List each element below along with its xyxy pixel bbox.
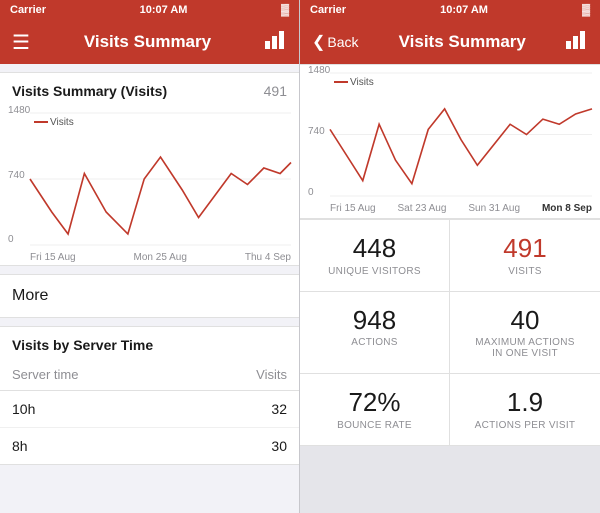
more-label: More [12, 287, 48, 304]
summary-card-header: Visits Summary (Visits) 491 [0, 73, 299, 105]
back-button[interactable]: ❮ Back [312, 32, 359, 52]
chevron-left-icon: ❮ [312, 32, 325, 52]
right-nav-title: Visits Summary [399, 32, 526, 52]
back-label: Back [327, 34, 358, 50]
left-status-bar: Carrier 10:07 AM ▓ [0, 0, 299, 20]
stats-grid: 448 UNIQUE VISITORS 491 VISITS 948 ACTIO… [300, 219, 600, 446]
left-nav-title: Visits Summary [84, 32, 211, 52]
row-time-2: 8h [12, 438, 28, 454]
right-chart-y-labels: 1480 740 0 [308, 65, 330, 198]
max-actions-number: 40 [462, 306, 588, 335]
server-time-card-header: Visits by Server Time [0, 327, 299, 359]
summary-card-count: 491 [264, 83, 287, 99]
row-visits-2: 30 [271, 438, 287, 454]
right-chart-area: 1480 740 0 Visits Fri 15 Aug Sat 23 Aug … [300, 64, 600, 219]
left-carrier: Carrier [10, 4, 46, 16]
max-actions-label: MAXIMUM ACTIONSIN ONE VISIT [462, 337, 588, 359]
left-nav-bar: ☰ Visits Summary [0, 20, 299, 64]
left-chart-y-labels: 1480 740 0 [8, 105, 30, 245]
summary-card-title: Visits Summary (Visits) [12, 83, 167, 99]
left-phone-panel: Carrier 10:07 AM ▓ ☰ Visits Summary Visi… [0, 0, 300, 513]
server-time-table-header: Server time Visits [0, 359, 299, 391]
right-carrier: Carrier [310, 4, 346, 16]
stat-bounce-rate: 72% BOUNCE RATE [300, 374, 450, 446]
visits-number: 491 [462, 234, 588, 263]
actions-per-visit-label: ACTIONS PER VISIT [462, 420, 588, 431]
left-chart-area: 1480 740 0 Visits [0, 105, 299, 265]
right-time: 10:07 AM [440, 4, 488, 16]
left-chart-svg [30, 113, 291, 245]
stat-max-actions: 40 MAXIMUM ACTIONSIN ONE VISIT [450, 292, 600, 375]
left-chart-x-labels: Fri 15 Aug Mon 25 Aug Thu 4 Sep [30, 252, 291, 263]
col-server-time: Server time [12, 367, 78, 382]
server-time-title: Visits by Server Time [12, 337, 153, 353]
table-row: 10h 32 [0, 391, 299, 428]
right-chart-x-labels: Fri 15 Aug Sat 23 Aug Sun 31 Aug Mon 8 S… [330, 203, 592, 214]
left-battery: ▓ [281, 4, 289, 16]
stat-unique-visitors: 448 UNIQUE VISITORS [300, 220, 450, 292]
right-battery: ▓ [582, 4, 590, 16]
right-status-bar: Carrier 10:07 AM ▓ [300, 0, 600, 20]
stat-visits: 491 VISITS [450, 220, 600, 292]
summary-card: Visits Summary (Visits) 491 1480 740 0 V… [0, 72, 299, 266]
server-time-card: Visits by Server Time Server time Visits… [0, 326, 299, 465]
right-nav-bar: ❮ Back Visits Summary [300, 20, 600, 64]
left-content: Visits Summary (Visits) 491 1480 740 0 V… [0, 64, 299, 513]
bounce-rate-number: 72% [312, 388, 437, 417]
right-chart-svg [330, 73, 592, 196]
visits-label: VISITS [462, 266, 588, 277]
right-chart-icon[interactable] [566, 31, 588, 54]
actions-per-visit-number: 1.9 [462, 388, 588, 417]
left-chart-icon[interactable] [265, 31, 287, 54]
actions-number: 948 [312, 306, 437, 335]
stat-actions: 948 ACTIONS [300, 292, 450, 375]
unique-visitors-number: 448 [312, 234, 437, 263]
table-row: 8h 30 [0, 428, 299, 464]
unique-visitors-label: UNIQUE VISITORS [312, 266, 437, 277]
left-time: 10:07 AM [140, 4, 188, 16]
actions-label: ACTIONS [312, 337, 437, 348]
col-visits: Visits [256, 367, 287, 382]
row-time-1: 10h [12, 401, 35, 417]
more-row[interactable]: More [0, 274, 299, 318]
right-phone-panel: Carrier 10:07 AM ▓ ❮ Back Visits Summary… [300, 0, 600, 513]
bounce-rate-label: BOUNCE RATE [312, 420, 437, 431]
hamburger-icon[interactable]: ☰ [12, 30, 30, 55]
stat-actions-per-visit: 1.9 ACTIONS PER VISIT [450, 374, 600, 446]
row-visits-1: 32 [271, 401, 287, 417]
